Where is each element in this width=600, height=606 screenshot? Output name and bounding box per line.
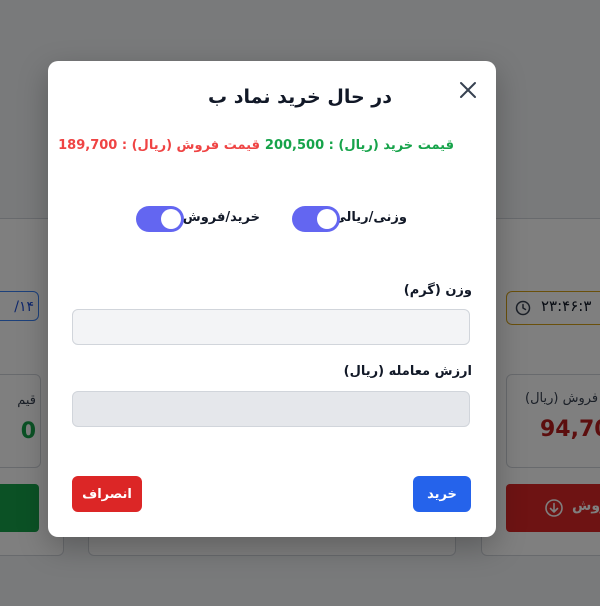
weight-rial-toggle[interactable] [292,206,340,232]
buy-sell-toggle[interactable] [136,206,184,232]
buy-button[interactable]: خرید [413,476,471,512]
modal-title: در حال خرید نماد ب [208,86,392,108]
sell-price-label: قیمت فروش (ریال) : 189,700 [58,138,260,153]
amount-input[interactable] [72,391,470,427]
close-icon[interactable] [456,78,480,102]
weight-field-label: وزن (گرم) [403,283,472,298]
cancel-button[interactable]: انصراف [72,476,142,512]
toggle-knob [161,209,181,229]
buy-modal [48,61,496,537]
amount-field-label: ارزش معامله (ریال) [343,364,472,379]
weight-input[interactable] [72,309,470,345]
buy-sell-toggle-label: خرید/فروش [182,210,260,225]
toggle-knob [317,209,337,229]
buy-price-label: قیمت خرید (ریال) : 200,500 [264,138,454,153]
weight-rial-toggle-label: وزنی/ریالی [333,210,407,225]
